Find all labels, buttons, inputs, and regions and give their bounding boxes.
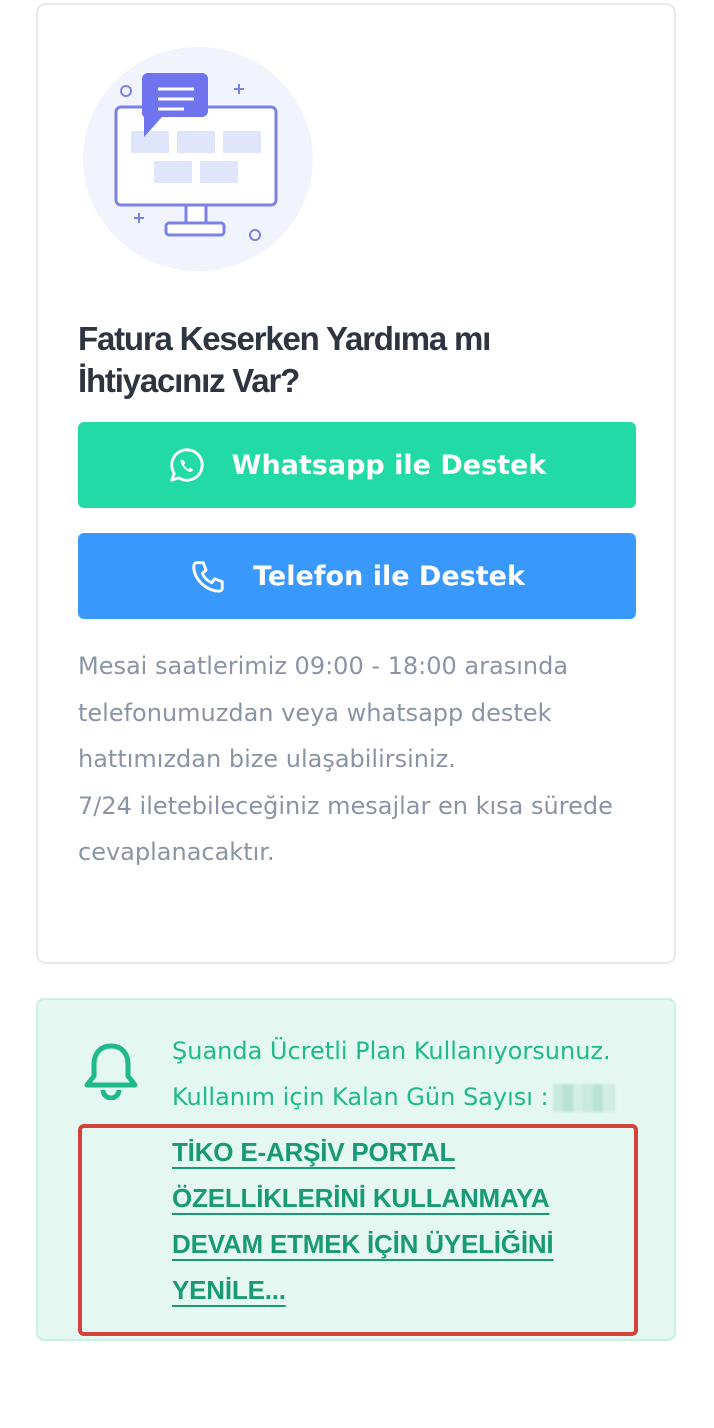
- phone-support-button[interactable]: Telefon ile Destek: [78, 533, 636, 619]
- support-hours-line: Mesai saatlerimiz 09:00 - 18:00 arasında…: [78, 652, 569, 773]
- whatsapp-support-button[interactable]: Whatsapp ile Destek: [78, 422, 636, 508]
- monitor-chat-illustration-icon: [83, 47, 313, 271]
- plan-status-text: Şuanda Ücretli Plan Kullanıyorsunuz.: [172, 1037, 611, 1065]
- remaining-days-label: Kullanım için Kalan Gün Sayısı :: [172, 1083, 549, 1111]
- remaining-days-value-redacted: [552, 1084, 615, 1112]
- help-title: Fatura Keserken Yardıma mı İhtiyacınız V…: [78, 320, 491, 399]
- support-message-line: 7/24 iletebileceğiniz mesajlar en kısa s…: [78, 791, 613, 867]
- renew-membership-link[interactable]: TİKO E-ARŞİV PORTAL ÖZELLİKLERİNİ KULLAN…: [172, 1129, 602, 1313]
- phone-icon: [189, 557, 227, 595]
- whatsapp-icon: [168, 446, 206, 484]
- support-hours-text: Mesai saatlerimiz 09:00 - 18:00 arasında…: [78, 643, 658, 876]
- phone-support-label: Telefon ile Destek: [253, 560, 525, 592]
- remaining-days-row: Kullanım için Kalan Gün Sayısı :: [172, 1083, 615, 1112]
- whatsapp-support-label: Whatsapp ile Destek: [231, 449, 547, 481]
- bell-icon: [84, 1043, 138, 1100]
